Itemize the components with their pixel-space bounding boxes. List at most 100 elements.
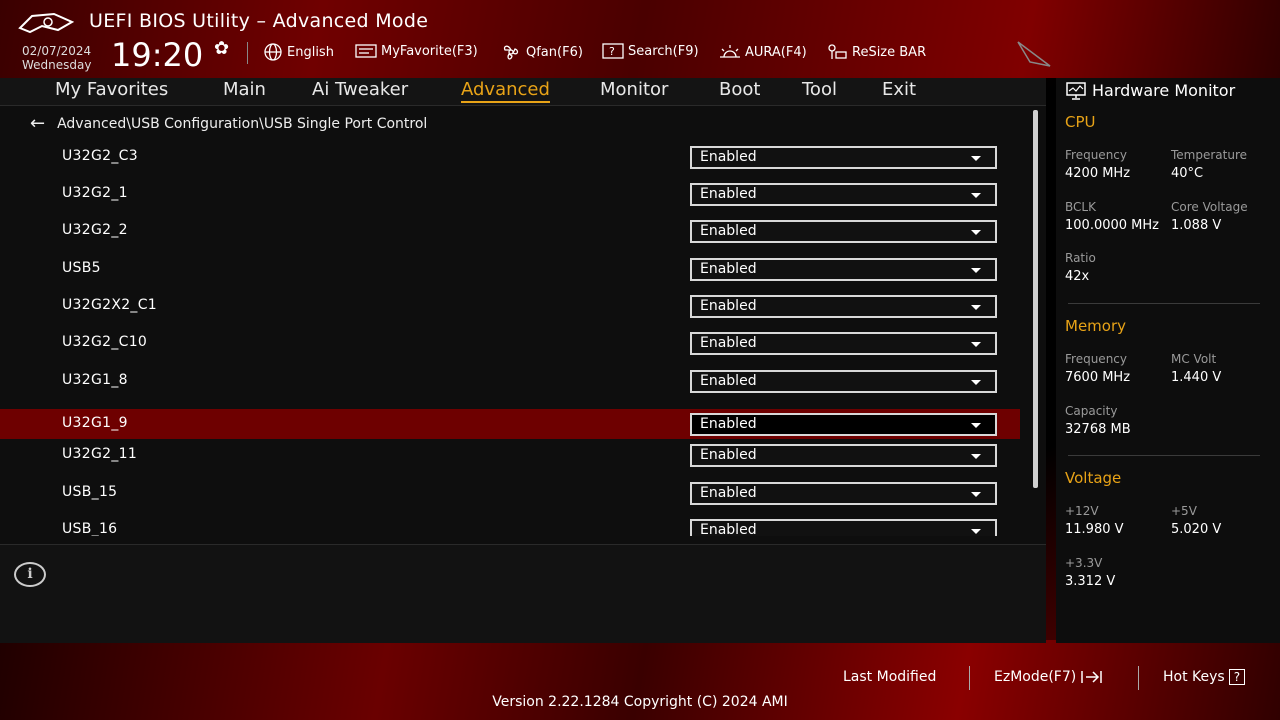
setting-dropdown[interactable]: Enabled xyxy=(690,332,997,355)
fan-icon xyxy=(503,45,519,60)
cpu-temperature-label: Temperature xyxy=(1171,148,1248,162)
main-panel: My Favorites Main Ai Tweaker Advanced Mo… xyxy=(0,78,1046,643)
setting-dropdown[interactable]: Enabled xyxy=(690,258,997,281)
memory-frequency-label: Frequency xyxy=(1065,352,1127,366)
setting-row[interactable]: U32G2_C10 Enabled xyxy=(0,328,1020,358)
resize-bar-button[interactable]: ReSize BAR xyxy=(826,43,926,61)
dropdown-value: Enabled xyxy=(700,335,757,351)
setting-row[interactable]: USB_16 Enabled xyxy=(0,515,1020,536)
footer-divider xyxy=(969,666,970,690)
dropdown-value: Enabled xyxy=(700,373,757,389)
version-text: Version 2.22.1284 Copyright (C) 2024 AMI xyxy=(492,694,788,710)
tab-ai-tweaker[interactable]: Ai Tweaker xyxy=(312,79,408,100)
language-button[interactable]: English xyxy=(263,43,334,61)
v33-value: 3.312 V xyxy=(1065,574,1116,589)
setting-label: U32G2_2 xyxy=(62,222,128,238)
back-arrow-icon[interactable]: ← xyxy=(30,115,45,133)
v33-label: +3.3V xyxy=(1065,556,1103,570)
scrollbar[interactable] xyxy=(1033,110,1038,488)
memory-heading: Memory xyxy=(1065,317,1127,335)
myfavorite-label: MyFavorite(F3) xyxy=(381,43,478,59)
help-key-icon: ? xyxy=(1228,669,1246,685)
dropdown-value: Enabled xyxy=(700,447,757,463)
caret-down-icon xyxy=(971,529,981,534)
tab-my-favorites[interactable]: My Favorites xyxy=(55,79,168,100)
setting-row[interactable]: U32G2_1 Enabled xyxy=(0,179,1020,209)
help-panel: i xyxy=(0,544,1046,643)
ratio-value: 42x xyxy=(1065,269,1090,284)
tab-boot[interactable]: Boot xyxy=(719,79,760,100)
caret-down-icon xyxy=(971,423,981,428)
setting-dropdown[interactable]: Enabled xyxy=(690,482,997,505)
bclk-value: 100.0000 MHz xyxy=(1065,218,1159,233)
clock: 19:20 xyxy=(111,36,204,74)
svg-text:?: ? xyxy=(609,45,615,58)
tab-monitor[interactable]: Monitor xyxy=(600,79,668,100)
breadcrumb-path: Advanced\USB Configuration\USB Single Po… xyxy=(57,116,428,132)
search-label: Search(F9) xyxy=(628,43,699,59)
caret-down-icon xyxy=(971,454,981,459)
dropdown-value: Enabled xyxy=(700,261,757,277)
resize-bar-label: ReSize BAR xyxy=(852,44,927,60)
capacity-label: Capacity xyxy=(1065,404,1118,418)
v5-label: +5V xyxy=(1171,504,1197,518)
setting-label: U32G2_11 xyxy=(62,446,138,462)
setting-row[interactable]: USB_15 Enabled xyxy=(0,478,1020,508)
setting-dropdown[interactable]: Enabled xyxy=(690,413,997,436)
tab-advanced[interactable]: Advanced xyxy=(461,79,550,103)
exit-arrow-icon xyxy=(1081,671,1102,683)
hardware-monitor-title: Hardware Monitor xyxy=(1066,81,1235,100)
dropdown-value: Enabled xyxy=(700,223,757,239)
tab-bar: My Favorites Main Ai Tweaker Advanced Mo… xyxy=(0,78,1046,106)
setting-row[interactable]: U32G2_11 Enabled xyxy=(0,440,1020,470)
setting-dropdown[interactable]: Enabled xyxy=(690,519,997,536)
tab-main[interactable]: Main xyxy=(223,79,266,100)
tab-exit[interactable]: Exit xyxy=(882,79,916,100)
caret-down-icon xyxy=(971,342,981,347)
setting-dropdown[interactable]: Enabled xyxy=(690,444,997,467)
v5-value: 5.020 V xyxy=(1171,522,1222,537)
rog-logo-icon xyxy=(18,12,74,34)
myfavorite-button[interactable]: MyFavorite(F3) xyxy=(355,43,478,59)
hardware-monitor-panel: Hardware Monitor CPU Frequency Temperatu… xyxy=(1056,78,1280,643)
cpu-frequency-value: 4200 MHz xyxy=(1065,166,1131,181)
setting-dropdown[interactable]: Enabled xyxy=(690,146,997,169)
ezmode-button[interactable]: EzMode(F7) xyxy=(994,669,1104,685)
setting-dropdown[interactable]: Enabled xyxy=(690,370,997,393)
v12-value: 11.980 V xyxy=(1065,522,1124,537)
caret-down-icon xyxy=(971,380,981,385)
aura-button[interactable]: AURA(F4) xyxy=(719,43,807,61)
globe-icon xyxy=(264,43,282,61)
caret-down-icon xyxy=(971,305,981,310)
search-button[interactable]: ? Search(F9) xyxy=(602,43,699,59)
dropdown-value: Enabled xyxy=(700,416,757,432)
setting-dropdown[interactable]: Enabled xyxy=(690,220,997,243)
mc-volt-label: MC Volt xyxy=(1171,352,1217,366)
last-modified-label: Last Modified xyxy=(843,669,937,685)
resize-bar-icon xyxy=(828,44,847,59)
setting-dropdown[interactable]: Enabled xyxy=(690,183,997,206)
hotkeys-button[interactable]: Hot Keys ? xyxy=(1163,669,1246,685)
ratio-label: Ratio xyxy=(1065,251,1096,265)
cpu-frequency-label: Frequency xyxy=(1065,148,1127,162)
setting-row[interactable]: U32G2_2 Enabled xyxy=(0,216,1020,246)
setting-label: USB_16 xyxy=(62,521,118,536)
tab-tool[interactable]: Tool xyxy=(802,79,837,100)
setting-row[interactable]: U32G1_8 Enabled xyxy=(0,366,1020,396)
setting-row[interactable]: U32G2X2_C1 Enabled xyxy=(0,291,1020,321)
setting-row-selected[interactable]: U32G1_9 Enabled xyxy=(0,409,1020,439)
setting-label: USB_15 xyxy=(62,484,118,500)
dropdown-value: Enabled xyxy=(700,485,757,501)
qfan-button[interactable]: Qfan(F6) xyxy=(500,43,583,61)
favorite-icon xyxy=(355,44,377,58)
last-modified-button[interactable]: Last Modified xyxy=(843,669,936,685)
ezmode-label: EzMode(F7) xyxy=(994,669,1077,685)
setting-dropdown[interactable]: Enabled xyxy=(690,295,997,318)
setting-row[interactable]: USB5 Enabled xyxy=(0,254,1020,284)
core-voltage-label: Core Voltage xyxy=(1171,200,1248,214)
bclk-label: BCLK xyxy=(1065,200,1096,214)
clock-settings-icon[interactable]: ✿ xyxy=(214,38,229,59)
setting-label: U32G1_9 xyxy=(62,415,128,431)
setting-row[interactable]: U32G2_C3 Enabled xyxy=(0,142,1020,172)
info-icon: i xyxy=(14,562,46,587)
